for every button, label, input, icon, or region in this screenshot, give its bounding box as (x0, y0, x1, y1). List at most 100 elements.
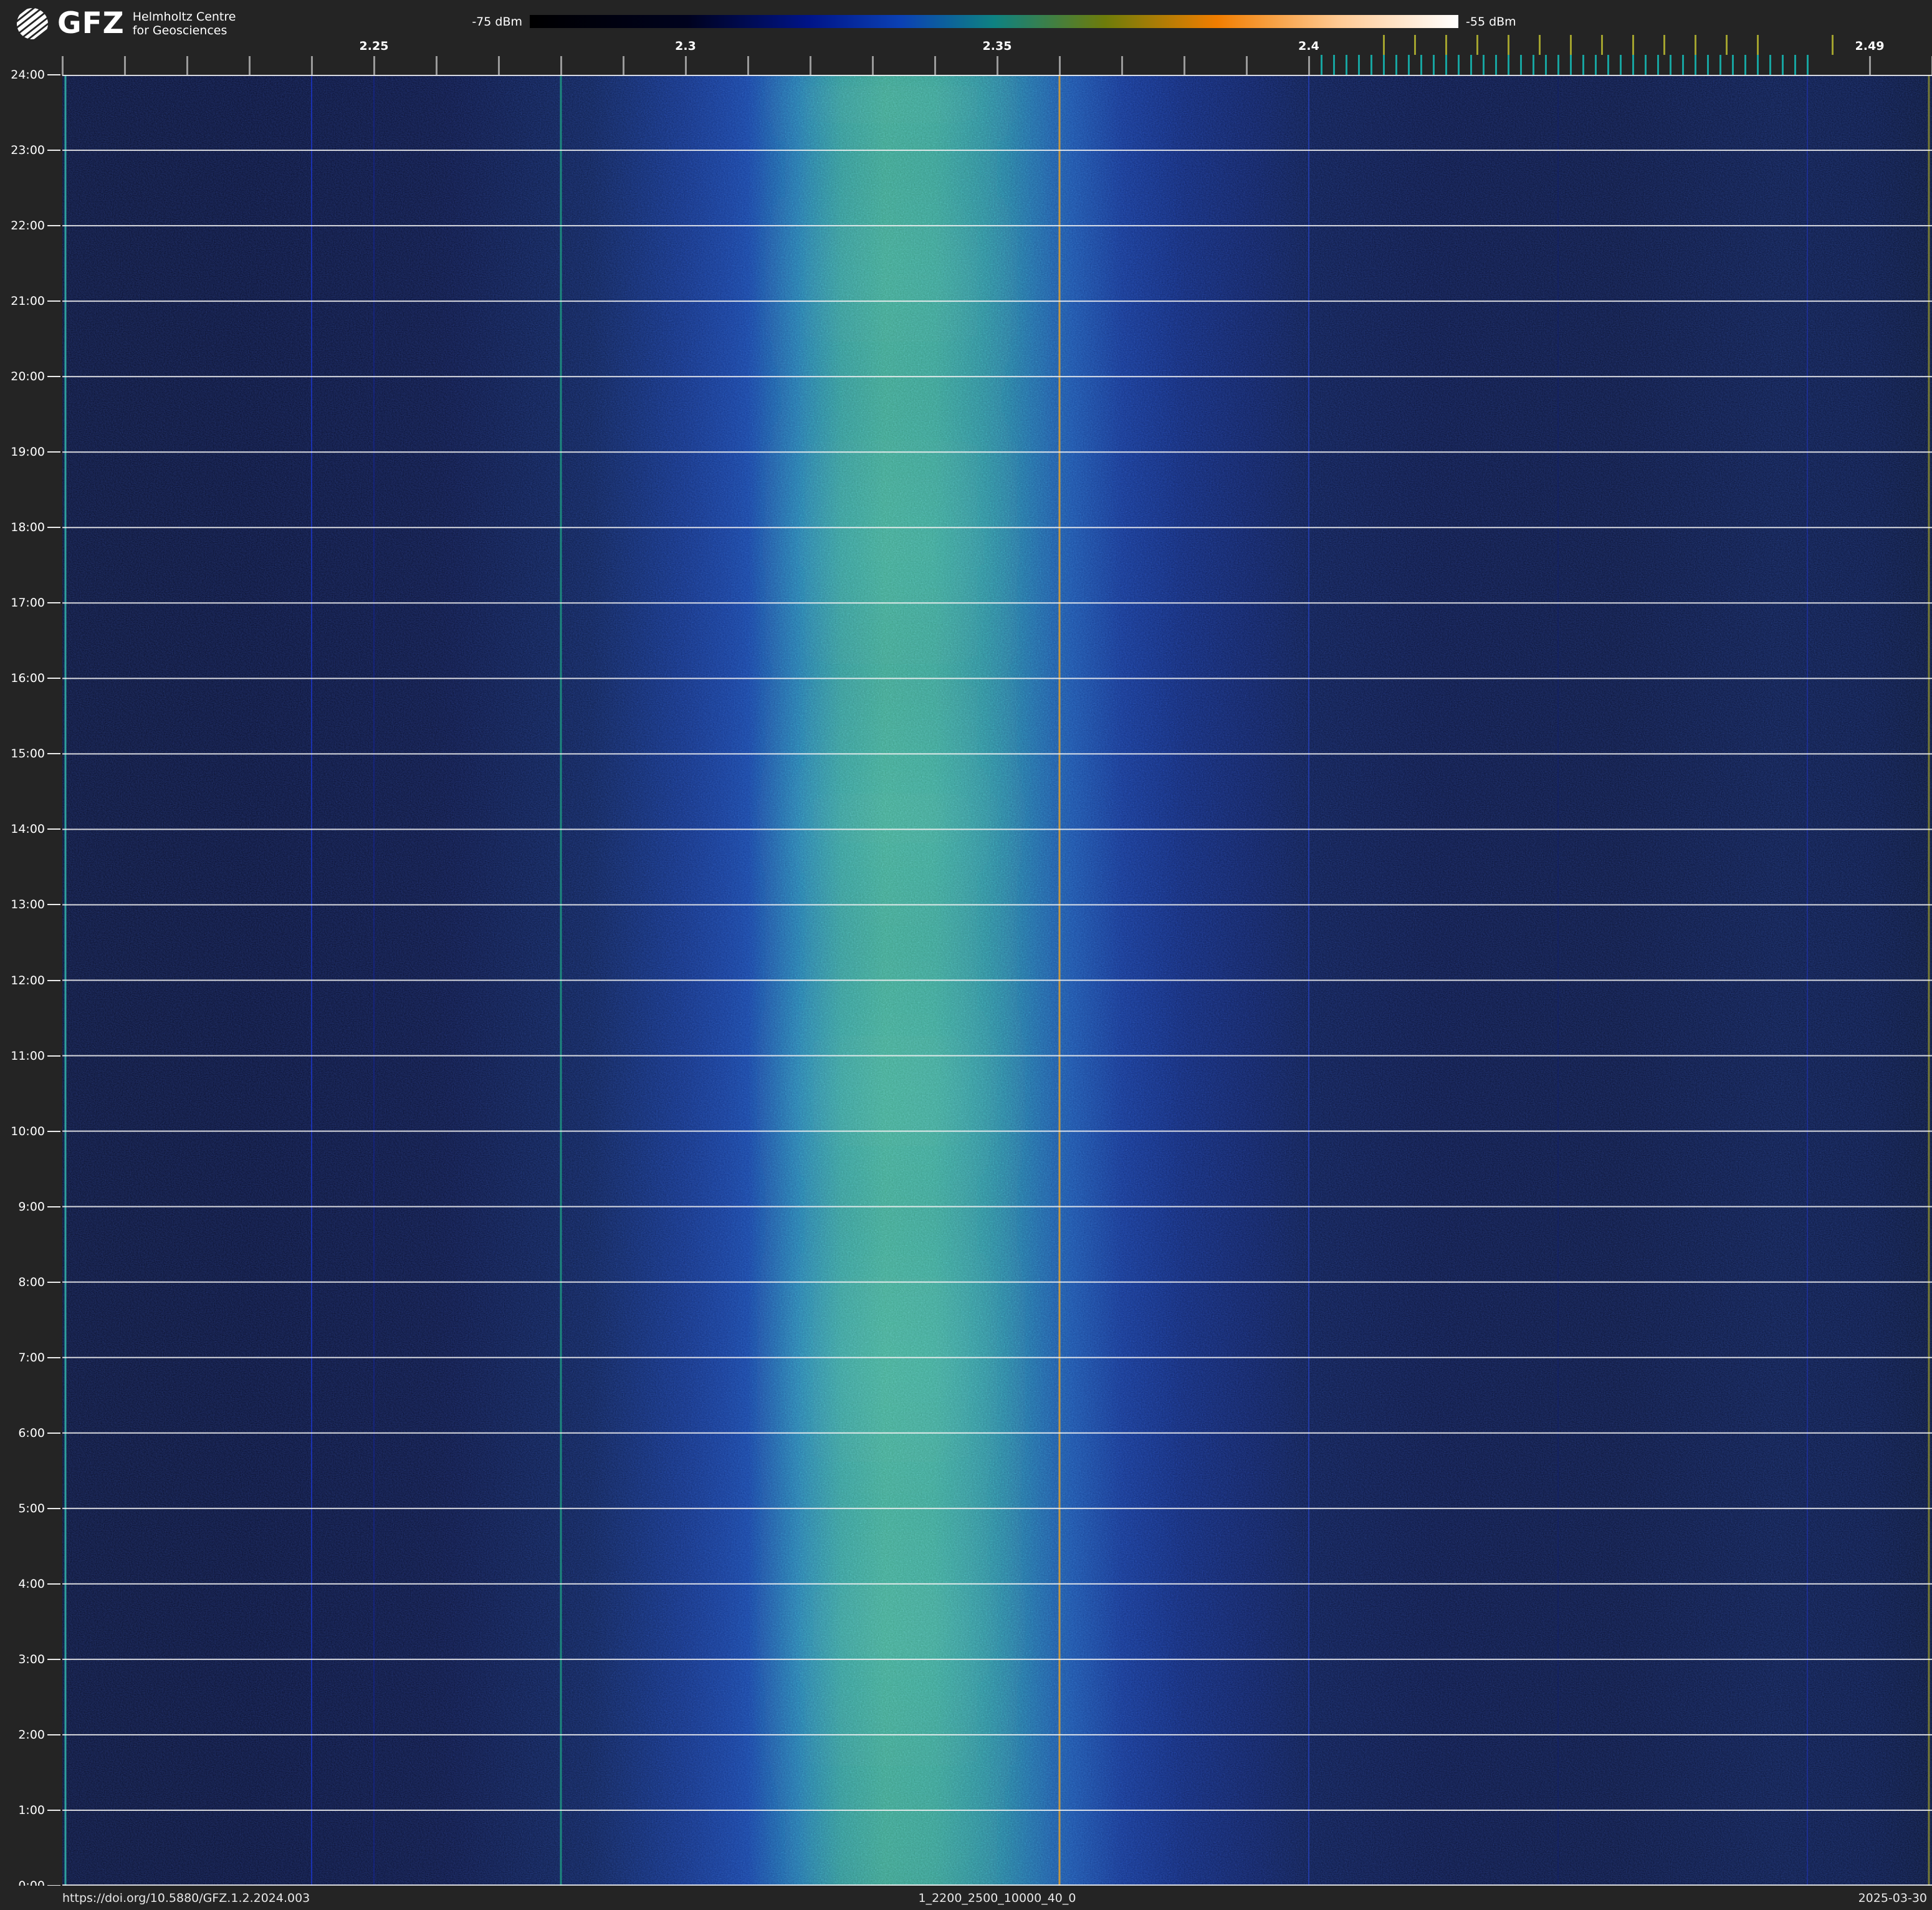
freq-tick (248, 56, 251, 75)
freq-tick (560, 56, 562, 75)
freq-tick (1308, 56, 1310, 75)
footer-filename: 1_2200_2500_10000_40_0 (918, 1891, 1076, 1905)
time-axis-label: 1:00 (18, 1803, 45, 1817)
colorbar-max-label: -55 dBm (1466, 15, 1516, 29)
time-axis-label: 17:00 (11, 596, 45, 610)
ble-channel-tick (1507, 55, 1509, 75)
gfz-logo: GFZ Helmholtz Centre for Geosciences (16, 6, 236, 41)
time-axis-label: 8:00 (18, 1275, 45, 1289)
time-axis-tick (47, 1809, 60, 1811)
time-axis-tick (47, 1583, 60, 1585)
hour-gridline (62, 1130, 1932, 1132)
ble-channel-tick (1794, 55, 1796, 75)
time-axis-tick (47, 1658, 60, 1660)
freq-tick (373, 56, 375, 75)
time-axis-tick (47, 74, 60, 75)
freq-tick (123, 56, 126, 75)
hour-gridline (62, 602, 1932, 604)
logo-brand-text: GFZ (57, 6, 125, 41)
wifi-channel-tick (1600, 35, 1603, 55)
freq-tick (809, 56, 811, 75)
freq-axis-label: 2.25 (359, 39, 389, 53)
time-axis-label: 24:00 (11, 68, 45, 82)
gfz-globe-icon (16, 7, 49, 40)
hour-gridline (62, 678, 1932, 679)
freq-tick (1868, 56, 1871, 75)
spectrogram-image (62, 75, 1932, 1886)
wifi-channel-tick (1632, 35, 1634, 55)
time-axis-label: 12:00 (11, 973, 45, 987)
ble-channel-tick (1395, 55, 1397, 75)
wifi-channel-tick (1725, 35, 1728, 55)
wifi-channel-tick (1413, 35, 1416, 55)
freq-tick (435, 56, 438, 75)
wifi-channel-tick (1831, 35, 1834, 55)
hour-gridline (62, 1507, 1932, 1509)
time-axis-label: 20:00 (11, 370, 45, 384)
hour-gridline (62, 1206, 1932, 1207)
time-axis-label: 16:00 (11, 671, 45, 686)
freq-tick (1183, 56, 1185, 75)
ble-channel-tick (1706, 55, 1709, 75)
ble-channel-tick (1569, 55, 1572, 75)
time-axis-tick (47, 1055, 60, 1057)
ble-channel-tick (1357, 55, 1360, 75)
time-axis-label: 13:00 (11, 898, 45, 912)
ble-channel-tick (1681, 55, 1684, 75)
time-axis-label: 23:00 (11, 143, 45, 158)
time-axis-tick (47, 904, 60, 906)
time-axis-tick (47, 678, 60, 679)
time-axis-tick (47, 602, 60, 604)
ble-channel-tick (1382, 55, 1385, 75)
ble-channel-tick (1457, 55, 1460, 75)
spectrogram-plot (62, 75, 1932, 1886)
hour-gridline (62, 1809, 1932, 1811)
ble-channel-tick (1731, 55, 1734, 75)
wifi-channel-tick (1382, 35, 1385, 55)
ble-channel-tick (1420, 55, 1422, 75)
time-axis-tick (47, 828, 60, 830)
hour-gridline (62, 225, 1932, 227)
ble-channel-tick (1445, 55, 1447, 75)
time-axis-label: 6:00 (18, 1426, 45, 1440)
hour-gridline (62, 1658, 1932, 1660)
ble-channel-tick (1557, 55, 1559, 75)
time-axis-tick (47, 1507, 60, 1509)
time-axis-tick (47, 376, 60, 378)
ble-channel-tick (1519, 55, 1522, 75)
freq-tick (747, 56, 749, 75)
freq-axis-label: 2.35 (982, 39, 1012, 53)
ble-channel-tick (1407, 55, 1410, 75)
time-axis-label: 15:00 (11, 747, 45, 761)
ble-channel-tick (1781, 55, 1784, 75)
time-axis-tick (47, 979, 60, 981)
time-axis-label: 19:00 (11, 445, 45, 459)
wifi-channel-tick (1756, 35, 1759, 55)
wifi-channel-tick (1476, 35, 1478, 55)
logo-subtitle: Helmholtz Centre for Geosciences (133, 10, 236, 37)
hour-gridline (62, 1055, 1932, 1057)
freq-tick (1245, 56, 1248, 75)
wifi-channel-tick (1507, 35, 1509, 55)
hour-gridline (62, 300, 1932, 302)
ble-channel-tick (1694, 55, 1696, 75)
hour-gridline (62, 828, 1932, 830)
time-axis-label: 5:00 (18, 1501, 45, 1515)
logo-subtitle-line1: Helmholtz Centre (132, 10, 236, 24)
hour-gridline (62, 150, 1932, 151)
ble-channel-tick (1657, 55, 1659, 75)
freq-tick (186, 56, 188, 75)
time-axis-label: 4:00 (18, 1576, 45, 1591)
time-axis-label: 14:00 (11, 822, 45, 837)
time-axis-tick (47, 1432, 60, 1434)
ble-channel-tick (1432, 55, 1435, 75)
ble-channel-tick (1756, 55, 1759, 75)
wifi-channel-tick (1663, 35, 1665, 55)
hour-gridline (62, 1281, 1932, 1283)
ble-channel-tick (1644, 55, 1647, 75)
time-axis-tick (47, 1356, 60, 1358)
ble-channel-tick (1332, 55, 1335, 75)
freq-axis-label: 2.49 (1855, 39, 1885, 53)
time-axis-tick (47, 150, 60, 151)
time-axis-tick (47, 1734, 60, 1735)
